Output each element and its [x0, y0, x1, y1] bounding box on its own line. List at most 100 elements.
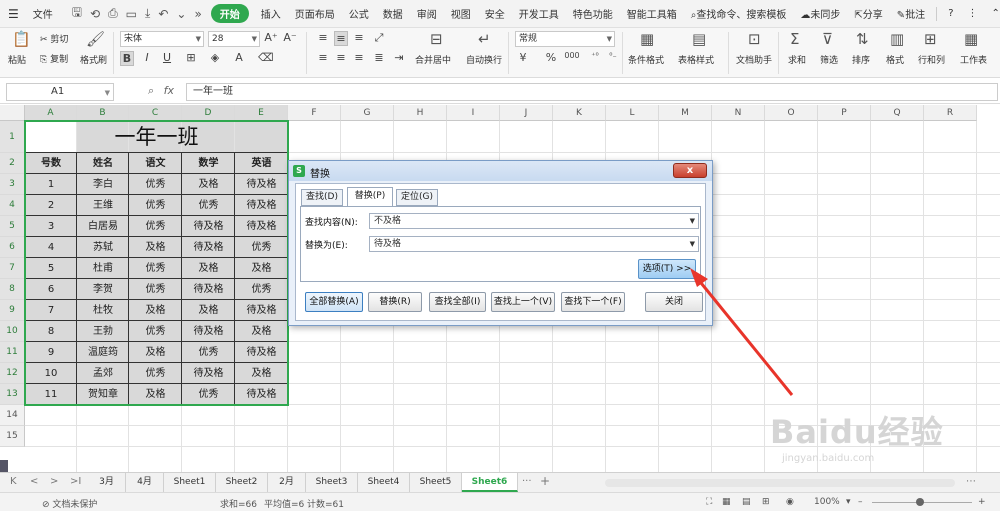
close-dialog-button[interactable]: 关闭: [645, 292, 703, 312]
filter-button[interactable]: 筛选: [820, 53, 838, 66]
options-button[interactable]: 选项(T) >>: [638, 259, 696, 279]
column-header-q[interactable]: Q: [871, 105, 924, 121]
tab-developer[interactable]: 开发工具: [512, 6, 566, 21]
table-cell[interactable]: 白居易: [77, 216, 129, 237]
table-cell[interactable]: 及格: [129, 237, 182, 258]
column-header-k[interactable]: K: [553, 105, 606, 121]
align-right-icon[interactable]: ≡: [352, 51, 366, 64]
print-icon[interactable]: ⎙: [104, 6, 122, 21]
table-cell[interactable]: 杜甫: [77, 258, 129, 279]
help-button[interactable]: ?: [941, 8, 960, 19]
decrease-font-icon[interactable]: A⁻: [283, 31, 297, 44]
doc-helper-button[interactable]: 文档助手: [736, 53, 772, 66]
column-header-r[interactable]: R: [924, 105, 977, 121]
table-cell[interactable]: 6: [25, 279, 77, 300]
more-sheets-icon[interactable]: ···: [522, 476, 532, 487]
column-header-i[interactable]: I: [447, 105, 500, 121]
row-header-8[interactable]: 8: [0, 279, 25, 300]
row-header-15[interactable]: 15: [0, 426, 25, 447]
menu-icon[interactable]: ☰: [0, 7, 26, 21]
align-top-icon[interactable]: ≡: [316, 31, 330, 44]
table-cell[interactable]: 优秀: [182, 195, 235, 216]
table-header-cell[interactable]: 号数: [25, 153, 77, 174]
wrap-icon[interactable]: ↵: [478, 30, 491, 48]
table-cell[interactable]: 优秀: [129, 258, 182, 279]
zoom-out-icon[interactable]: –: [858, 497, 863, 507]
sort-icon[interactable]: ⇅: [856, 30, 869, 48]
column-header-o[interactable]: O: [765, 105, 818, 121]
underline-button[interactable]: U: [160, 51, 174, 64]
table-cell[interactable]: 5: [25, 258, 77, 279]
table-cell[interactable]: 及格: [182, 174, 235, 195]
tab-find[interactable]: 查找(D): [301, 189, 343, 206]
more-icon[interactable]: »: [190, 7, 205, 21]
font-name-select[interactable]: 宋体 ▼: [120, 31, 204, 47]
collapse-ribbon-icon[interactable]: ⌃: [985, 8, 1000, 19]
select-all-corner[interactable]: [0, 105, 25, 121]
sheet-tab[interactable]: 4月: [126, 473, 164, 492]
more-icon[interactable]: ⋯: [966, 476, 976, 487]
row-header-1[interactable]: 1: [0, 121, 25, 153]
tab-insert[interactable]: 插入: [254, 6, 288, 21]
column-header-a[interactable]: A: [25, 105, 77, 121]
table-cell[interactable]: 及格: [182, 258, 235, 279]
column-header-m[interactable]: M: [659, 105, 712, 121]
table-header-cell[interactable]: 姓名: [77, 153, 129, 174]
tab-goto[interactable]: 定位(G): [396, 189, 438, 206]
page-view-icon[interactable]: ▤: [742, 497, 751, 507]
font-size-select[interactable]: 28 ▼: [208, 31, 260, 47]
export-icon[interactable]: ⤓: [141, 6, 154, 21]
row-header-12[interactable]: 12: [0, 363, 25, 384]
search-command[interactable]: ⌕查找命令、搜索模板: [684, 6, 794, 21]
normal-view-icon[interactable]: ▦: [722, 497, 731, 507]
row-header-2[interactable]: 2: [0, 153, 25, 174]
bold-button[interactable]: B: [120, 51, 134, 66]
row-header-7[interactable]: 7: [0, 258, 25, 279]
formula-input[interactable]: 一年一班: [186, 83, 998, 101]
replace-input[interactable]: 待及格 ▼: [369, 236, 699, 252]
table-cell[interactable]: 杜牧: [77, 300, 129, 321]
more-options-icon[interactable]: ⋮: [961, 8, 985, 19]
table-style-button[interactable]: 表格样式: [678, 53, 714, 66]
tab-replace[interactable]: 替换(P): [347, 187, 393, 207]
table-cell[interactable]: 及格: [129, 384, 182, 405]
table-cell[interactable]: 贺知章: [77, 384, 129, 405]
table-cell[interactable]: 苏轼: [77, 237, 129, 258]
align-bottom-icon[interactable]: ≡: [352, 31, 366, 44]
table-cell[interactable]: 及格: [182, 300, 235, 321]
find-next-button[interactable]: 查找下一个(F): [561, 292, 625, 312]
align-center-icon[interactable]: ≡: [334, 51, 348, 64]
table-cell[interactable]: 待及格: [182, 216, 235, 237]
zoom-dropdown-icon[interactable]: ▾: [846, 497, 851, 507]
replace-button[interactable]: 替换(R): [368, 292, 422, 312]
column-header-l[interactable]: L: [606, 105, 659, 121]
rows-cols-icon[interactable]: ⊞: [924, 30, 937, 48]
horizontal-scrollbar[interactable]: [605, 479, 955, 487]
table-cell[interactable]: 待及格: [235, 384, 288, 405]
add-sheet-button[interactable]: +: [540, 474, 550, 488]
table-cell[interactable]: 待及格: [182, 279, 235, 300]
next-sheet-icon[interactable]: >: [50, 476, 58, 487]
table-cell[interactable]: 及格: [235, 321, 288, 342]
paste-button[interactable]: 粘贴: [8, 53, 26, 66]
redo-icon[interactable]: ⌄: [172, 7, 190, 21]
column-header-p[interactable]: P: [818, 105, 871, 121]
align-left-icon[interactable]: ≡: [316, 51, 330, 64]
tab-home[interactable]: 开始: [210, 4, 249, 23]
table-cell[interactable]: 待及格: [235, 216, 288, 237]
table-cell[interactable]: 待及格: [235, 342, 288, 363]
table-cell[interactable]: 优秀: [235, 237, 288, 258]
sheet-tab[interactable]: 3月: [88, 473, 126, 492]
increase-font-icon[interactable]: A⁺: [264, 31, 278, 44]
close-button[interactable]: x: [673, 163, 707, 178]
table-cell[interactable]: 优秀: [129, 216, 182, 237]
row-header-9[interactable]: 9: [0, 300, 25, 321]
tab-features[interactable]: 特色功能: [566, 6, 620, 21]
protect-status[interactable]: ⊘ 文档未保护: [42, 497, 97, 510]
table-cell[interactable]: 及格: [129, 300, 182, 321]
table-cell[interactable]: 3: [25, 216, 77, 237]
zoom-in-icon[interactable]: +: [978, 497, 986, 507]
table-cell[interactable]: 11: [25, 384, 77, 405]
sheet-tab[interactable]: Sheet6: [462, 473, 518, 492]
clear-icon[interactable]: ⌫: [258, 51, 274, 64]
